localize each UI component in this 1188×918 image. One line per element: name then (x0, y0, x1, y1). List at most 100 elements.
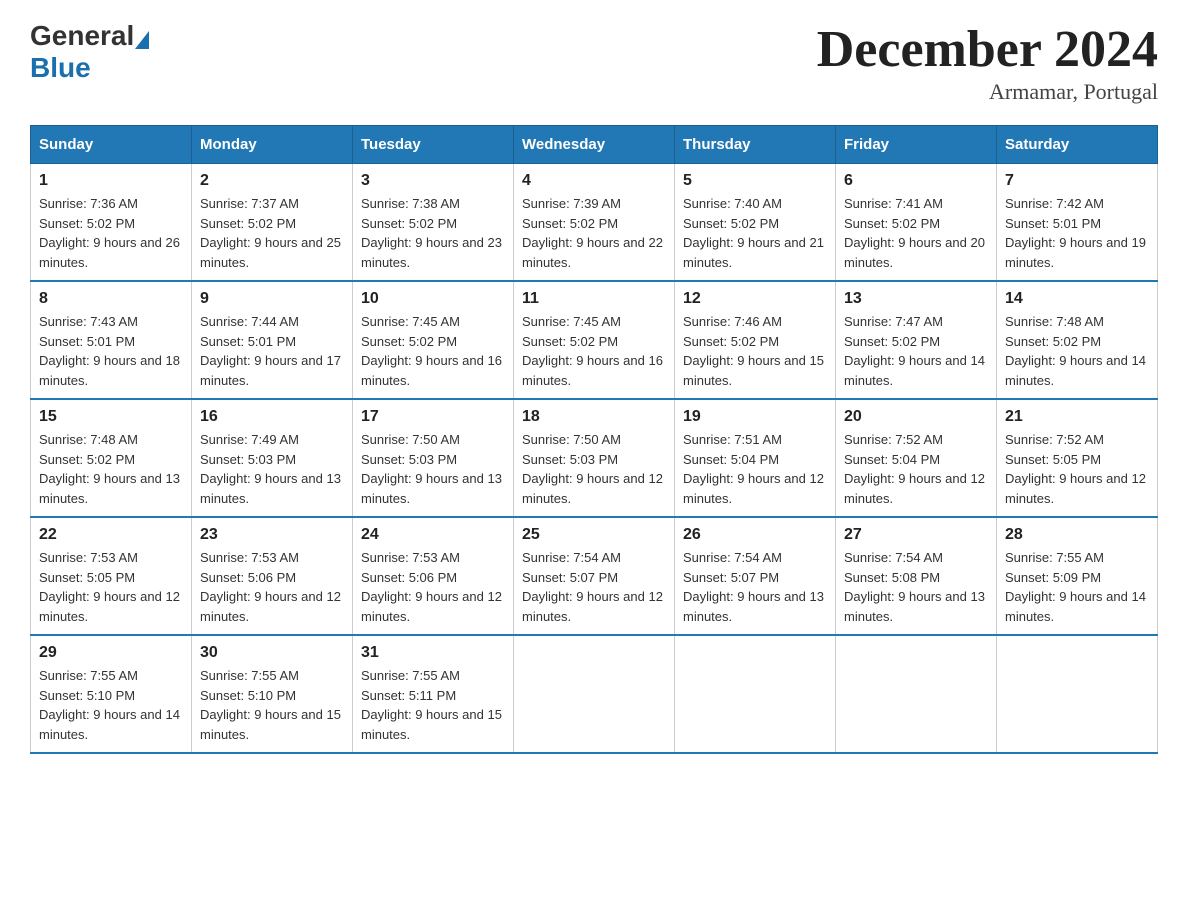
day-info: Sunrise: 7:50 AM Sunset: 5:03 PM Dayligh… (522, 430, 666, 508)
sunset-label: Sunset: 5:02 PM (39, 452, 135, 467)
header-row: Sunday Monday Tuesday Wednesday Thursday… (31, 126, 1158, 164)
daylight-label: Daylight: 9 hours and 20 minutes. (844, 235, 985, 270)
sunset-label: Sunset: 5:02 PM (361, 216, 457, 231)
day-info: Sunrise: 7:54 AM Sunset: 5:07 PM Dayligh… (522, 548, 666, 626)
table-row: 2 Sunrise: 7:37 AM Sunset: 5:02 PM Dayli… (192, 164, 353, 282)
sunset-label: Sunset: 5:05 PM (1005, 452, 1101, 467)
col-thursday: Thursday (675, 126, 836, 164)
table-row: 16 Sunrise: 7:49 AM Sunset: 5:03 PM Dayl… (192, 399, 353, 517)
table-row: 5 Sunrise: 7:40 AM Sunset: 5:02 PM Dayli… (675, 164, 836, 282)
day-info: Sunrise: 7:55 AM Sunset: 5:11 PM Dayligh… (361, 666, 505, 744)
sunset-label: Sunset: 5:01 PM (1005, 216, 1101, 231)
sunset-label: Sunset: 5:08 PM (844, 570, 940, 585)
sunrise-label: Sunrise: 7:54 AM (683, 550, 782, 565)
day-info: Sunrise: 7:53 AM Sunset: 5:06 PM Dayligh… (361, 548, 505, 626)
sunset-label: Sunset: 5:10 PM (39, 688, 135, 703)
calendar-table: Sunday Monday Tuesday Wednesday Thursday… (30, 125, 1158, 754)
logo: General Blue (30, 20, 149, 84)
day-info: Sunrise: 7:43 AM Sunset: 5:01 PM Dayligh… (39, 312, 183, 390)
day-info: Sunrise: 7:53 AM Sunset: 5:05 PM Dayligh… (39, 548, 183, 626)
sunrise-label: Sunrise: 7:48 AM (39, 432, 138, 447)
day-info: Sunrise: 7:40 AM Sunset: 5:02 PM Dayligh… (683, 194, 827, 272)
daylight-label: Daylight: 9 hours and 18 minutes. (39, 353, 180, 388)
sunset-label: Sunset: 5:02 PM (844, 334, 940, 349)
sunset-label: Sunset: 5:03 PM (200, 452, 296, 467)
day-number: 27 (844, 526, 988, 544)
sunrise-label: Sunrise: 7:54 AM (844, 550, 943, 565)
table-row: 27 Sunrise: 7:54 AM Sunset: 5:08 PM Dayl… (836, 517, 997, 635)
day-info: Sunrise: 7:52 AM Sunset: 5:04 PM Dayligh… (844, 430, 988, 508)
day-number: 17 (361, 408, 505, 426)
day-number: 9 (200, 290, 344, 308)
table-row: 28 Sunrise: 7:55 AM Sunset: 5:09 PM Dayl… (997, 517, 1158, 635)
sunset-label: Sunset: 5:04 PM (844, 452, 940, 467)
sunset-label: Sunset: 5:09 PM (1005, 570, 1101, 585)
day-number: 19 (683, 408, 827, 426)
table-row: 15 Sunrise: 7:48 AM Sunset: 5:02 PM Dayl… (31, 399, 192, 517)
sunrise-label: Sunrise: 7:39 AM (522, 196, 621, 211)
daylight-label: Daylight: 9 hours and 25 minutes. (200, 235, 341, 270)
calendar-week-row: 29 Sunrise: 7:55 AM Sunset: 5:10 PM Dayl… (31, 635, 1158, 753)
day-number: 7 (1005, 172, 1149, 190)
daylight-label: Daylight: 9 hours and 26 minutes. (39, 235, 180, 270)
day-number: 12 (683, 290, 827, 308)
table-row: 9 Sunrise: 7:44 AM Sunset: 5:01 PM Dayli… (192, 281, 353, 399)
day-number: 25 (522, 526, 666, 544)
day-info: Sunrise: 7:52 AM Sunset: 5:05 PM Dayligh… (1005, 430, 1149, 508)
day-info: Sunrise: 7:44 AM Sunset: 5:01 PM Dayligh… (200, 312, 344, 390)
sunrise-label: Sunrise: 7:45 AM (522, 314, 621, 329)
sunrise-label: Sunrise: 7:55 AM (361, 668, 460, 683)
day-number: 4 (522, 172, 666, 190)
sunrise-label: Sunrise: 7:42 AM (1005, 196, 1104, 211)
sunrise-label: Sunrise: 7:49 AM (200, 432, 299, 447)
table-row (675, 635, 836, 753)
day-number: 23 (200, 526, 344, 544)
table-row: 3 Sunrise: 7:38 AM Sunset: 5:02 PM Dayli… (353, 164, 514, 282)
sunrise-label: Sunrise: 7:36 AM (39, 196, 138, 211)
day-info: Sunrise: 7:45 AM Sunset: 5:02 PM Dayligh… (522, 312, 666, 390)
daylight-label: Daylight: 9 hours and 15 minutes. (200, 707, 341, 742)
sunrise-label: Sunrise: 7:52 AM (1005, 432, 1104, 447)
logo-arrow-icon (135, 31, 149, 49)
table-row: 22 Sunrise: 7:53 AM Sunset: 5:05 PM Dayl… (31, 517, 192, 635)
sunrise-label: Sunrise: 7:46 AM (683, 314, 782, 329)
sunset-label: Sunset: 5:02 PM (522, 216, 618, 231)
daylight-label: Daylight: 9 hours and 14 minutes. (39, 707, 180, 742)
table-row: 17 Sunrise: 7:50 AM Sunset: 5:03 PM Dayl… (353, 399, 514, 517)
sunset-label: Sunset: 5:02 PM (361, 334, 457, 349)
day-info: Sunrise: 7:50 AM Sunset: 5:03 PM Dayligh… (361, 430, 505, 508)
sunrise-label: Sunrise: 7:47 AM (844, 314, 943, 329)
day-number: 2 (200, 172, 344, 190)
daylight-label: Daylight: 9 hours and 12 minutes. (1005, 471, 1146, 506)
table-row (836, 635, 997, 753)
daylight-label: Daylight: 9 hours and 14 minutes. (844, 353, 985, 388)
sunset-label: Sunset: 5:11 PM (361, 688, 456, 703)
sunrise-label: Sunrise: 7:43 AM (39, 314, 138, 329)
sunrise-label: Sunrise: 7:55 AM (1005, 550, 1104, 565)
calendar-week-row: 15 Sunrise: 7:48 AM Sunset: 5:02 PM Dayl… (31, 399, 1158, 517)
table-row: 29 Sunrise: 7:55 AM Sunset: 5:10 PM Dayl… (31, 635, 192, 753)
col-wednesday: Wednesday (514, 126, 675, 164)
table-row: 26 Sunrise: 7:54 AM Sunset: 5:07 PM Dayl… (675, 517, 836, 635)
daylight-label: Daylight: 9 hours and 13 minutes. (683, 589, 824, 624)
sunset-label: Sunset: 5:03 PM (522, 452, 618, 467)
sunset-label: Sunset: 5:05 PM (39, 570, 135, 585)
day-number: 22 (39, 526, 183, 544)
day-number: 24 (361, 526, 505, 544)
day-info: Sunrise: 7:54 AM Sunset: 5:08 PM Dayligh… (844, 548, 988, 626)
col-sunday: Sunday (31, 126, 192, 164)
day-info: Sunrise: 7:47 AM Sunset: 5:02 PM Dayligh… (844, 312, 988, 390)
sunrise-label: Sunrise: 7:37 AM (200, 196, 299, 211)
day-info: Sunrise: 7:36 AM Sunset: 5:02 PM Dayligh… (39, 194, 183, 272)
sunset-label: Sunset: 5:07 PM (522, 570, 618, 585)
daylight-label: Daylight: 9 hours and 16 minutes. (522, 353, 663, 388)
day-info: Sunrise: 7:48 AM Sunset: 5:02 PM Dayligh… (39, 430, 183, 508)
day-number: 31 (361, 644, 505, 662)
daylight-label: Daylight: 9 hours and 13 minutes. (361, 471, 502, 506)
day-number: 1 (39, 172, 183, 190)
day-number: 29 (39, 644, 183, 662)
day-number: 16 (200, 408, 344, 426)
sunset-label: Sunset: 5:06 PM (200, 570, 296, 585)
day-number: 10 (361, 290, 505, 308)
day-number: 28 (1005, 526, 1149, 544)
